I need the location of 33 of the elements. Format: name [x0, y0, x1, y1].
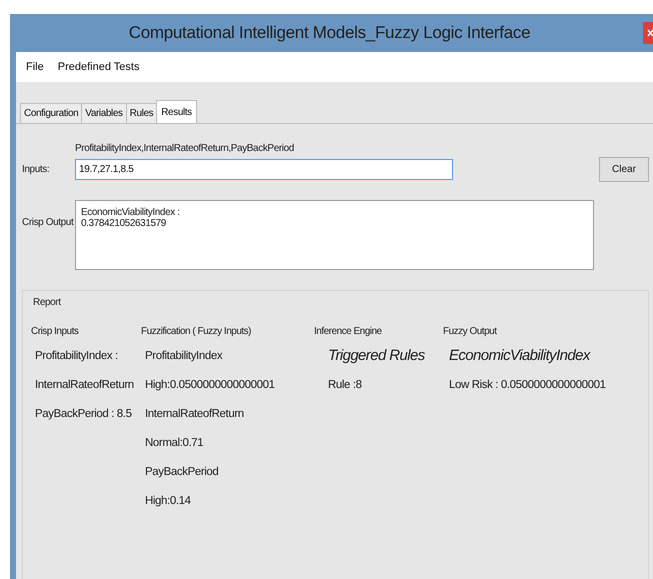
tab[interactable]: Configuration: [20, 103, 82, 123]
report-value: PayBackPeriod : 8.5: [35, 407, 133, 422]
menu-item[interactable]: Predefined Tests: [58, 61, 140, 73]
close-icon[interactable]: [643, 22, 653, 44]
inputs-label: Inputs:: [22, 164, 50, 175]
section-title: Triggered Rules: [328, 348, 426, 364]
tab[interactable]: Rules: [126, 103, 158, 123]
report-value: InternalRateofReturn: [145, 407, 245, 422]
input-hint: ProfitabilityIndex,InternalRateofReturn,PayBackPeriod: [75, 143, 295, 154]
section-title: EconomicViabilityIndex: [449, 348, 592, 364]
report-value: High:0.0500000000000001: [145, 378, 276, 393]
report-value: Low Risk : 0.0500000000000001: [449, 378, 607, 393]
column-heading: Fuzzification ( Fuzzy Inputs): [141, 326, 252, 337]
group-title: Report: [33, 297, 62, 308]
report-value: ProfitabilityIndex :: [35, 349, 119, 364]
input-field[interactable]: 19.7,27.1,8.5: [75, 159, 453, 180]
column-heading: Crisp Inputs: [31, 326, 80, 337]
report-value: ProfitabilityIndex: [145, 349, 224, 364]
report-value: High:0.14: [145, 494, 192, 509]
output-text: EconomicViabilityIndex :: [81, 207, 181, 218]
report-value: InternalRateofReturn: [35, 378, 135, 393]
report-value: Normal:0.71: [145, 436, 204, 451]
menu-item[interactable]: File: [26, 61, 44, 73]
clear-button[interactable]: Clear: [599, 157, 649, 182]
report-value: Rule :8: [328, 378, 363, 393]
crisp-output-label: Crisp Output: [22, 217, 75, 228]
column-heading: Fuzzy Output: [443, 326, 498, 337]
output-text: 0.378421052631579: [81, 218, 167, 229]
report-value: PayBackPeriod: [145, 465, 220, 480]
window-title: Computational Intelligent Models_Fuzzy Logic Interface: [128, 23, 530, 43]
tab[interactable]: Variables: [81, 103, 127, 123]
tab[interactable]: Results: [156, 100, 197, 123]
column-heading: Inference Engine: [314, 326, 383, 337]
